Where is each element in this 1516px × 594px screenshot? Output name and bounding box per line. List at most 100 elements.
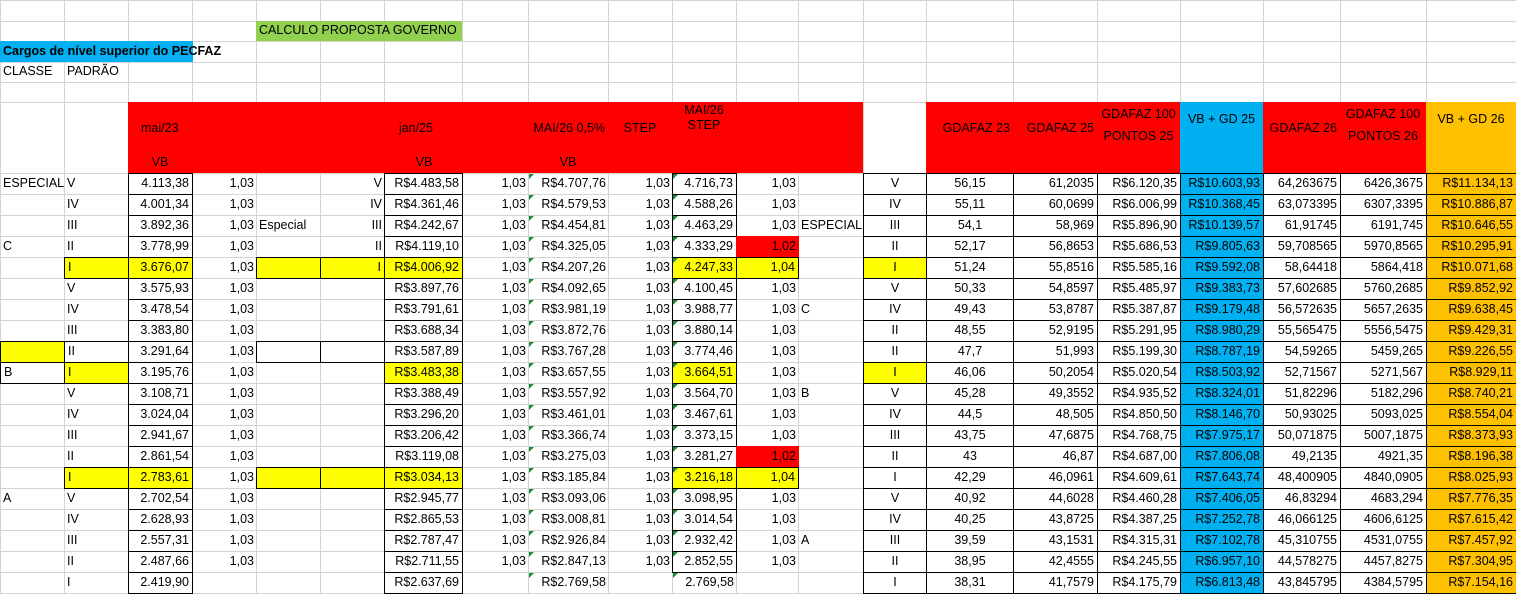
header-vbgd26[interactable]: VB + GD 26 xyxy=(1426,110,1516,129)
cell-f1[interactable]: 1,03 xyxy=(192,467,257,489)
cell-g23[interactable]: 49,43 xyxy=(926,299,1014,321)
cell-step[interactable]: 3.467,61 xyxy=(672,404,737,426)
cell-step[interactable]: 2.769,58 xyxy=(672,572,737,594)
cell-gp25[interactable]: R$4.387,25 xyxy=(1097,509,1181,531)
cell-f4[interactable]: 1,04 xyxy=(736,467,799,489)
cell-padrao[interactable]: IV xyxy=(64,299,129,321)
cell-gp25[interactable]: R$5.585,16 xyxy=(1097,257,1181,279)
cell-vb25[interactable]: R$7.102,78 xyxy=(1180,530,1264,552)
cell-vb26[interactable]: R$10.295,91 xyxy=(1426,236,1516,258)
cell-mai26[interactable]: R$3.981,19 xyxy=(528,299,609,321)
cell-gp25[interactable]: R$4.460,28 xyxy=(1097,488,1181,510)
cell-mai26[interactable]: R$2.769,58 xyxy=(528,572,609,594)
cell-pa[interactable] xyxy=(320,404,385,426)
cell-jan25[interactable]: R$3.587,89 xyxy=(384,341,463,363)
cell-f4[interactable]: 1,02 xyxy=(736,236,799,258)
cell-step[interactable]: 4.463,29 xyxy=(672,215,737,237)
cell-f3[interactable]: 1,03 xyxy=(608,320,673,342)
cell-mai26[interactable]: R$3.461,01 xyxy=(528,404,609,426)
cell-gp26[interactable]: 4921,35 xyxy=(1340,446,1427,468)
cell-pb[interactable]: II xyxy=(863,551,927,573)
cell-gp26[interactable]: 4531,0755 xyxy=(1340,530,1427,552)
cell-f3[interactable]: 1,03 xyxy=(608,446,673,468)
cell-vb26[interactable]: R$8.025,93 xyxy=(1426,467,1516,489)
cell-v23[interactable]: 2.487,66 xyxy=(128,551,193,573)
cell-ca[interactable] xyxy=(256,530,321,552)
cell-gp26[interactable]: 5760,2685 xyxy=(1340,278,1427,300)
cell-jan25[interactable]: R$2.637,69 xyxy=(384,572,463,594)
cell-vb25[interactable]: R$6.813,48 xyxy=(1180,572,1264,594)
cell-vb26[interactable]: R$7.776,35 xyxy=(1426,488,1516,510)
cell-gp26[interactable]: 5459,265 xyxy=(1340,341,1427,363)
cell-classe[interactable]: C xyxy=(0,236,65,258)
cell-mai26[interactable]: R$3.008,81 xyxy=(528,509,609,531)
cell-vb25[interactable]: R$9.805,63 xyxy=(1180,236,1264,258)
cell-pb[interactable]: I xyxy=(863,572,927,594)
cell-jan25[interactable]: R$2.945,77 xyxy=(384,488,463,510)
cell-g23[interactable]: 55,11 xyxy=(926,194,1014,216)
cell-f4[interactable]: 1,03 xyxy=(736,320,799,342)
cell-vb25[interactable]: R$8.146,70 xyxy=(1180,404,1264,426)
cell-pa[interactable] xyxy=(320,572,385,594)
cell-cb[interactable] xyxy=(798,425,864,447)
cell-v23[interactable]: 4.113,38 xyxy=(128,173,193,195)
cell-f1[interactable]: 1,03 xyxy=(192,530,257,552)
cell-ca[interactable]: Especial xyxy=(256,215,321,237)
cell-g26[interactable]: 56,572635 xyxy=(1263,299,1341,321)
cell-gp25[interactable]: R$6.006,99 xyxy=(1097,194,1181,216)
cell-ca[interactable] xyxy=(256,383,321,405)
cell-step[interactable]: 3.664,51 xyxy=(672,362,737,384)
cell-padrao[interactable]: III xyxy=(64,530,129,552)
cell-ca[interactable] xyxy=(256,425,321,447)
cell-f4[interactable]: 1,03 xyxy=(736,173,799,195)
cell-g23[interactable]: 39,59 xyxy=(926,530,1014,552)
cell-ca[interactable] xyxy=(256,488,321,510)
cell-f3[interactable]: 1,03 xyxy=(608,278,673,300)
cell-g23[interactable]: 42,29 xyxy=(926,467,1014,489)
cell-v23[interactable]: 3.478,54 xyxy=(128,299,193,321)
cell-ca[interactable] xyxy=(256,404,321,426)
cell-classe[interactable] xyxy=(0,341,65,363)
cell-f3[interactable] xyxy=(608,572,673,594)
cell-step[interactable]: 3.098,95 xyxy=(672,488,737,510)
cell-g23[interactable]: 45,28 xyxy=(926,383,1014,405)
cell-g25[interactable]: 43,1531 xyxy=(1013,530,1098,552)
cell-f1[interactable]: 1,03 xyxy=(192,320,257,342)
cell-f3[interactable]: 1,03 xyxy=(608,194,673,216)
cell-f2[interactable]: 1,03 xyxy=(462,215,529,237)
cell-g25[interactable]: 47,6875 xyxy=(1013,425,1098,447)
cell-g25[interactable]: 51,993 xyxy=(1013,341,1098,363)
cell-f1[interactable]: 1,03 xyxy=(192,236,257,258)
cell-classe[interactable] xyxy=(0,278,65,300)
cell-f4[interactable]: 1,03 xyxy=(736,278,799,300)
cell-padrao[interactable]: IV xyxy=(64,404,129,426)
cell-cb[interactable] xyxy=(798,488,864,510)
cell-f3[interactable]: 1,03 xyxy=(608,299,673,321)
cell-jan25[interactable]: R$4.119,10 xyxy=(384,236,463,258)
cell-f1[interactable]: 1,03 xyxy=(192,488,257,510)
cell-mai26[interactable]: R$4.579,53 xyxy=(528,194,609,216)
header-jan25[interactable]: jan/25 xyxy=(320,119,436,138)
cell-f4[interactable]: 1,04 xyxy=(736,257,799,279)
cell-v23[interactable]: 2.628,93 xyxy=(128,509,193,531)
cell-g26[interactable]: 50,071875 xyxy=(1263,425,1341,447)
cell-g26[interactable]: 48,400905 xyxy=(1263,467,1341,489)
cell-gp26[interactable]: 4384,5795 xyxy=(1340,572,1427,594)
cell-g25[interactable]: 46,0961 xyxy=(1013,467,1098,489)
cell-jan25[interactable]: R$4.361,46 xyxy=(384,194,463,216)
cell-g25[interactable]: 58,969 xyxy=(1013,215,1098,237)
header-step[interactable]: STEP xyxy=(608,119,672,138)
cell-f2[interactable]: 1,03 xyxy=(462,488,529,510)
cell-pa[interactable] xyxy=(320,467,385,489)
cell-step[interactable]: 4.247,33 xyxy=(672,257,737,279)
cell-f1[interactable]: 1,03 xyxy=(192,404,257,426)
cell-step[interactable]: 2.932,42 xyxy=(672,530,737,552)
cell-vb26[interactable]: R$11.134,13 xyxy=(1426,173,1516,195)
cell-cb[interactable] xyxy=(798,446,864,468)
cell-g25[interactable]: 43,8725 xyxy=(1013,509,1098,531)
cell-v23[interactable]: 2.557,31 xyxy=(128,530,193,552)
cell-g23[interactable]: 38,95 xyxy=(926,551,1014,573)
cell-vb25[interactable]: R$7.252,78 xyxy=(1180,509,1264,531)
cell-gp25[interactable]: R$4.175,79 xyxy=(1097,572,1181,594)
cell-g25[interactable]: 60,0699 xyxy=(1013,194,1098,216)
